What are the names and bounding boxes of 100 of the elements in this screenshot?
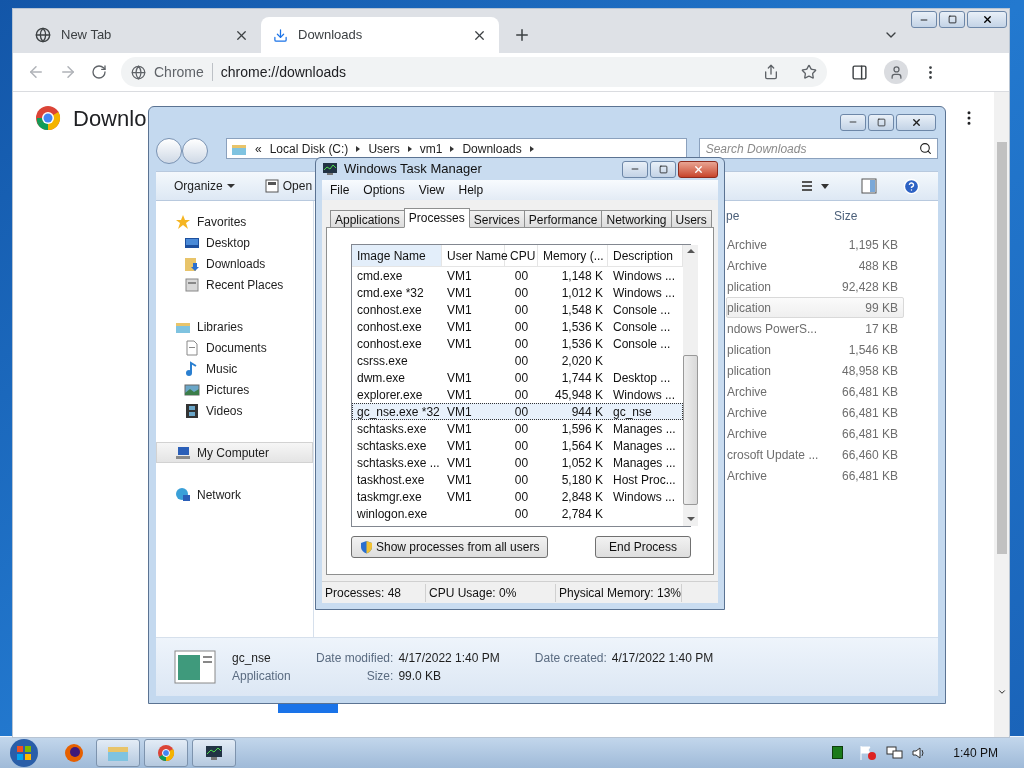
file-row[interactable]: crosoft Update ... 66,460 KB bbox=[726, 444, 904, 465]
column-header[interactable]: User Name bbox=[442, 245, 505, 266]
menu-item[interactable]: View bbox=[418, 181, 445, 199]
side-panel-icon[interactable] bbox=[851, 63, 868, 81]
minimize-button[interactable] bbox=[840, 113, 866, 131]
organize-menu[interactable]: Organize bbox=[174, 177, 235, 195]
view-options-icon[interactable] bbox=[801, 179, 831, 193]
flag-icon[interactable] bbox=[859, 744, 878, 761]
back-button[interactable] bbox=[156, 138, 182, 164]
process-row[interactable]: cmd.exe VM1 00 1,148 K Windows ... bbox=[352, 267, 683, 284]
tab[interactable]: Processes bbox=[403, 208, 470, 228]
star-icon[interactable] bbox=[801, 64, 817, 80]
nav-item[interactable]: Network bbox=[156, 484, 313, 505]
nav-item[interactable]: Libraries bbox=[156, 316, 313, 337]
end-process-button[interactable]: End Process bbox=[595, 536, 691, 558]
tab[interactable]: Services bbox=[468, 210, 525, 228]
process-row[interactable]: taskmgr.exe VM1 00 2,848 K Windows ... bbox=[352, 488, 683, 505]
scrollbar[interactable] bbox=[994, 92, 1009, 737]
preview-pane-icon[interactable] bbox=[861, 178, 877, 194]
nav-item[interactable]: Music bbox=[156, 358, 313, 379]
breadcrumb-item[interactable]: Local Disk (C:) bbox=[269, 139, 349, 158]
open-button[interactable]: Open bbox=[264, 177, 313, 195]
table-cell: 00 bbox=[514, 336, 529, 351]
nav-item[interactable]: Downloads bbox=[156, 253, 313, 274]
minimize-button[interactable] bbox=[911, 11, 937, 28]
breadcrumb-item[interactable]: Users bbox=[368, 139, 400, 158]
process-row[interactable]: gc_nse.exe *32 VM1 00 944 K gc_nse bbox=[352, 403, 683, 420]
scrollbar[interactable] bbox=[683, 245, 698, 526]
address-bar[interactable]: Chrome chrome://downloads bbox=[121, 57, 827, 87]
process-row[interactable]: cmd.exe *32 VM1 00 1,012 K Windows ... bbox=[352, 284, 683, 301]
tray-app-icon[interactable] bbox=[832, 746, 844, 759]
process-row[interactable]: schtasks.exe VM1 00 1,596 K Manages ... bbox=[352, 420, 683, 437]
nav-item[interactable]: Documents bbox=[156, 337, 313, 358]
reload-icon[interactable] bbox=[91, 64, 107, 80]
table-cell: 2,848 K bbox=[561, 489, 603, 504]
browser-tab[interactable]: New Tab bbox=[23, 17, 261, 53]
column-header[interactable]: pe bbox=[726, 206, 831, 225]
file-row[interactable]: ndows PowerS... 17 KB bbox=[726, 318, 904, 339]
process-row[interactable]: csrss.exe 00 2,020 K bbox=[352, 352, 683, 369]
clock-text[interactable]: 1:40 PM bbox=[953, 743, 998, 762]
share-icon[interactable] bbox=[763, 64, 779, 80]
tab[interactable]: Networking bbox=[601, 210, 672, 228]
breadcrumb-item[interactable]: vm1 bbox=[419, 139, 443, 158]
nav-item[interactable]: Videos bbox=[156, 400, 313, 421]
process-row[interactable]: taskhost.exe VM1 00 5,180 K Host Proc... bbox=[352, 471, 683, 488]
file-row[interactable]: plication 48,958 KB bbox=[726, 360, 904, 381]
nav-item[interactable]: Favorites bbox=[156, 211, 313, 232]
process-row[interactable]: conhost.exe VM1 00 1,548 K Console ... bbox=[352, 301, 683, 318]
file-row[interactable]: Archive 66,481 KB bbox=[726, 423, 904, 444]
file-row[interactable]: plication 1,546 KB bbox=[726, 339, 904, 360]
maximize-button[interactable] bbox=[868, 113, 894, 131]
file-row[interactable]: Archive 488 KB bbox=[726, 255, 904, 276]
nav-item[interactable]: Pictures bbox=[156, 379, 313, 400]
menu-item[interactable]: Options bbox=[363, 181, 405, 199]
process-row[interactable]: winlogon.exe 00 2,784 K bbox=[352, 505, 683, 522]
menu-item[interactable]: Help bbox=[458, 181, 484, 199]
process-row[interactable]: conhost.exe VM1 00 1,536 K Console ... bbox=[352, 318, 683, 335]
file-row[interactable]: Archive 66,481 KB bbox=[726, 381, 904, 402]
column-header[interactable]: Size bbox=[831, 206, 901, 225]
process-row[interactable]: schtasks.exe ... VM1 00 1,052 K Manages ... bbox=[352, 454, 683, 471]
profile-icon[interactable] bbox=[884, 60, 908, 84]
address-field[interactable]: « Local Disk (C:) Users vm1 Downloads bbox=[226, 138, 687, 159]
close-button[interactable] bbox=[896, 113, 936, 131]
tab[interactable]: Users bbox=[670, 210, 712, 228]
network-icon[interactable] bbox=[885, 744, 904, 761]
process-row[interactable]: schtasks.exe VM1 00 1,564 K Manages ... bbox=[352, 437, 683, 454]
close-button[interactable] bbox=[678, 160, 718, 178]
maximize-button[interactable] bbox=[650, 160, 676, 178]
tab[interactable]: Performance bbox=[523, 210, 603, 228]
search-icon[interactable] bbox=[919, 142, 932, 155]
process-row[interactable]: dwm.exe VM1 00 1,744 K Desktop ... bbox=[352, 369, 683, 386]
file-row[interactable]: Archive 66,481 KB bbox=[726, 402, 904, 423]
file-row[interactable]: Archive 66,481 KB bbox=[726, 465, 904, 486]
process-row[interactable]: conhost.exe VM1 00 1,536 K Console ... bbox=[352, 335, 683, 352]
search-field[interactable]: Search Downloads bbox=[698, 138, 938, 159]
maximize-button[interactable] bbox=[939, 11, 965, 28]
chrome-taskbar-button[interactable] bbox=[144, 738, 188, 767]
tab[interactable]: Applications bbox=[330, 210, 405, 228]
file-row[interactable]: plication 92,428 KB bbox=[726, 276, 904, 297]
menu-item[interactable]: File bbox=[330, 181, 350, 199]
help-icon[interactable] bbox=[903, 177, 920, 195]
browser-tab[interactable]: Downloads bbox=[261, 17, 499, 53]
table-cell: VM1 bbox=[447, 285, 472, 300]
nav-item[interactable]: My Computer bbox=[156, 442, 313, 463]
table-cell: VM1 bbox=[447, 302, 472, 317]
column-header[interactable]: Image Name bbox=[352, 245, 442, 266]
monitor-taskbar-button[interactable] bbox=[192, 738, 236, 767]
show-processes-button[interactable]: Show processes from all users bbox=[351, 536, 549, 558]
file-row[interactable]: Archive 1,195 KB bbox=[726, 234, 904, 255]
nav-item[interactable]: Recent Places bbox=[156, 274, 313, 295]
close-button[interactable] bbox=[967, 11, 1007, 28]
nav-item[interactable]: Desktop bbox=[156, 232, 313, 253]
column-header[interactable]: Memory (... bbox=[538, 245, 608, 266]
forward-button[interactable] bbox=[182, 138, 208, 164]
process-row[interactable]: explorer.exe VM1 00 45,948 K Windows ... bbox=[352, 386, 683, 403]
scroll-down-icon[interactable] bbox=[996, 687, 1007, 697]
breadcrumb-item[interactable]: Downloads bbox=[462, 139, 522, 158]
new-tab-icon[interactable] bbox=[513, 26, 531, 44]
minimize-button[interactable] bbox=[622, 160, 648, 178]
file-row[interactable]: plication 99 KB bbox=[726, 297, 904, 318]
